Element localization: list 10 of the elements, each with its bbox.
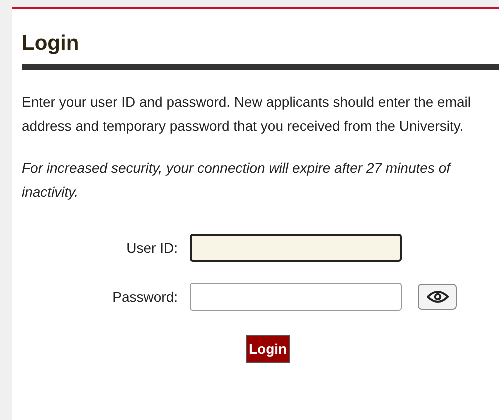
instructions-text: Enter your user ID and password. New applicants should enter the email address and temporary password that you received from the University.	[22, 93, 472, 136]
login-button[interactable]: Login	[246, 335, 290, 363]
password-field[interactable]	[190, 283, 402, 311]
field-label: Password:	[112, 289, 179, 305]
eye-icon	[426, 290, 448, 304]
user-id-field[interactable]	[190, 234, 402, 262]
page-title: Login	[22, 31, 80, 57]
security-note: For increased security, your connection will expire after 27 minutes of inactivity.	[22, 159, 453, 202]
show-password-button[interactable]	[418, 284, 457, 310]
field-label: User ID:	[126, 240, 179, 256]
